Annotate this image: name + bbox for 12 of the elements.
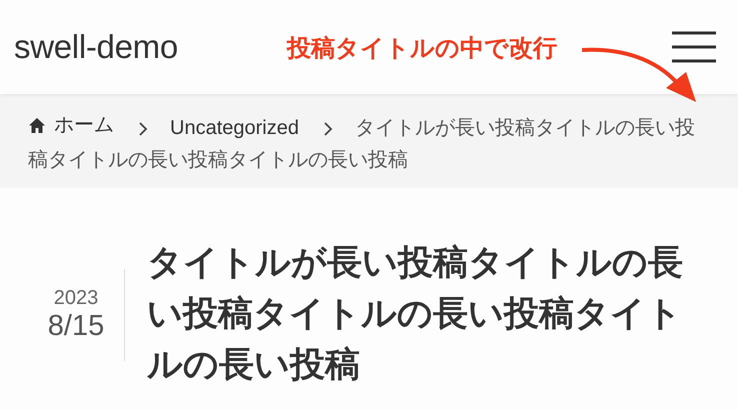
menu-button[interactable]: [672, 31, 716, 63]
breadcrumb-home-link[interactable]: ホーム: [28, 110, 114, 141]
post-title: タイトルが長い投稿タイトルの長い投稿タイトルの長い投稿タイトルの長い投稿: [147, 242, 684, 387]
breadcrumb-link[interactable]: Uncategorized: [170, 113, 299, 144]
chevron-icon: [138, 120, 148, 137]
annotation-text: 投稿タイトルの中で改行: [287, 33, 557, 64]
breadcrumb-trail: ホーム Uncategorized タイトルが長い投稿タイトルの長い投稿タイトルの長い投稿タイトルの長い投稿: [28, 110, 710, 175]
post-year: 2023: [54, 286, 98, 310]
post-day: 8/15: [48, 310, 104, 342]
home-icon: [28, 117, 46, 134]
chevron-icon: [322, 120, 333, 137]
site-logo[interactable]: swell-demo: [14, 28, 178, 66]
